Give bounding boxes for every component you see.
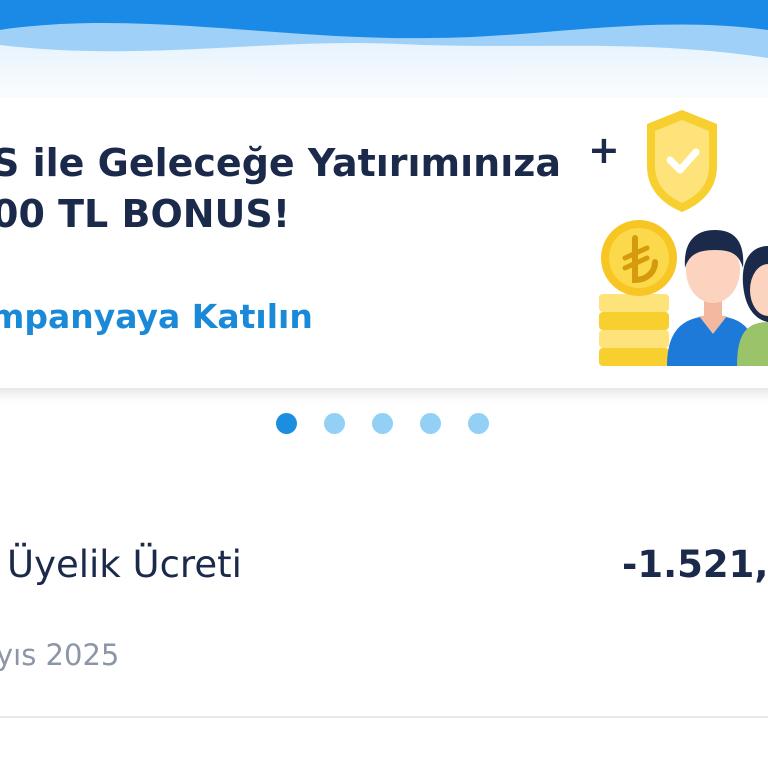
transaction-title[interactable]: Üyelik Ücreti — [7, 543, 242, 586]
header-wave — [0, 0, 768, 110]
carousel-dot-2[interactable] — [324, 413, 345, 434]
transaction-date: yıs 2025 — [0, 638, 120, 672]
campaign-illustration — [599, 110, 768, 366]
transaction-amount: -1.521,0 — [622, 543, 768, 586]
banner-title: S ile Geleceğe Yatırımınıza 00 TL BONUS! — [0, 138, 562, 240]
family-icon — [667, 230, 768, 366]
banner-title-line-2: 00 TL BONUS! — [0, 192, 291, 236]
carousel-dot-5[interactable] — [468, 413, 489, 434]
carousel-dot-4[interactable] — [420, 413, 441, 434]
page: S ile Geleceğe Yatırımınıza 00 TL BONUS!… — [0, 0, 768, 768]
lira-coin-icon — [601, 220, 677, 296]
carousel-dot-1[interactable] — [276, 413, 297, 434]
coin-stack-icon — [599, 294, 669, 366]
banner-title-line-1: S ile Geleceğe Yatırımınıza — [0, 141, 561, 185]
shield-check-icon — [647, 110, 717, 212]
join-campaign-link[interactable]: mpanyaya Katılın — [0, 297, 313, 336]
list-divider — [0, 716, 768, 718]
carousel-indicators — [276, 413, 489, 435]
carousel-dot-3[interactable] — [372, 413, 393, 434]
